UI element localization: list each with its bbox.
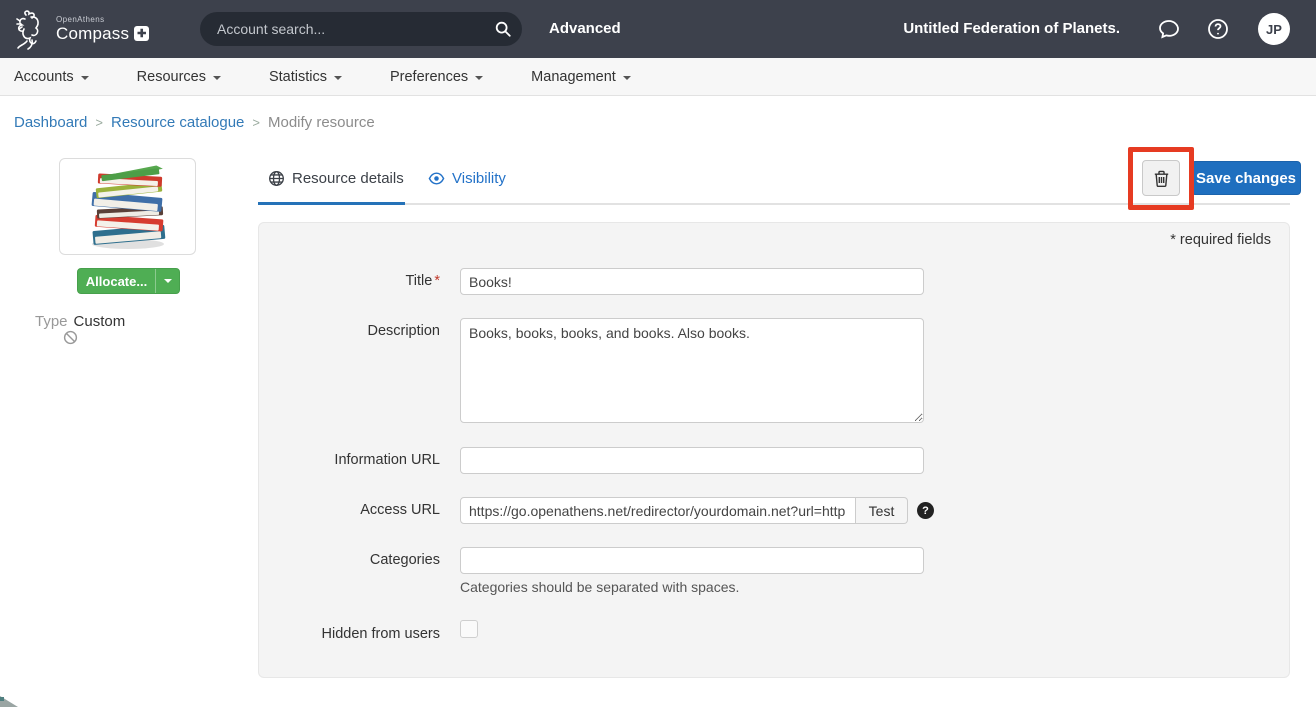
openathens-compass-logo[interactable]: OpenAthens Compass ✚ [12, 7, 149, 51]
tab-visibility[interactable]: Visibility [428, 170, 506, 187]
breadcrumb: Dashboard > Resource catalogue > Modify … [14, 114, 375, 131]
type-label: Type [35, 313, 68, 330]
eye-icon [428, 170, 445, 187]
categories-help-text: Categories should be separated with spac… [460, 579, 739, 595]
openathens-mascot-icon [12, 7, 52, 51]
access-url-input[interactable] [460, 497, 856, 524]
plus-badge-icon: ✚ [134, 26, 149, 41]
no-entry-icon [63, 330, 78, 345]
chevron-down-icon [81, 76, 89, 80]
menu-resources[interactable]: Resources [137, 69, 221, 85]
description-textarea[interactable]: Books, books, books, and books. Also boo… [460, 318, 924, 423]
corner-widget-peek-tip [0, 697, 4, 701]
tabs-divider [258, 203, 1290, 205]
information-url-label: Information URL [259, 447, 440, 474]
allocate-split-button: Allocate... [77, 268, 180, 294]
access-url-help-icon[interactable]: ? [917, 502, 934, 519]
chevron-down-icon [213, 76, 221, 80]
required-fields-note: * required fields [1170, 232, 1271, 248]
required-asterisk: * [434, 273, 440, 289]
access-url-label: Access URL [259, 497, 440, 524]
user-avatar[interactable]: JP [1258, 13, 1290, 45]
brand-openathens: OpenAthens [56, 15, 149, 24]
breadcrumb-dashboard[interactable]: Dashboard [14, 114, 87, 131]
resource-type: Type Custom [35, 313, 125, 330]
help-icon[interactable] [1206, 17, 1230, 41]
chevron-down-icon [164, 279, 172, 283]
allocate-button[interactable]: Allocate... [78, 269, 155, 293]
chevron-down-icon [475, 76, 483, 80]
breadcrumb-current: Modify resource [268, 114, 375, 131]
resource-thumbnail [59, 158, 196, 255]
categories-input[interactable] [460, 547, 924, 574]
organisation-name: Untitled Federation of Planets. [903, 0, 1120, 58]
top-navbar: OpenAthens Compass ✚ Advanced Untitled F… [0, 0, 1316, 58]
categories-label: Categories [259, 547, 440, 574]
description-label: Description [259, 318, 440, 345]
tab-resource-details[interactable]: Resource details [268, 170, 404, 187]
chevron-down-icon [334, 76, 342, 80]
menu-statistics[interactable]: Statistics [269, 69, 342, 85]
menu-preferences[interactable]: Preferences [390, 69, 483, 85]
type-value: Custom [74, 313, 126, 330]
search-icon[interactable] [484, 12, 522, 46]
breadcrumb-resource-catalogue[interactable]: Resource catalogue [111, 114, 244, 131]
books-stack-image [77, 164, 179, 250]
menu-accounts[interactable]: Accounts [14, 69, 89, 85]
save-changes-button[interactable]: Save changes [1191, 161, 1301, 195]
account-search [200, 12, 522, 46]
title-input[interactable] [460, 268, 924, 295]
chevron-down-icon [623, 76, 631, 80]
globe-icon [268, 170, 285, 187]
title-label: Title* [259, 268, 440, 295]
allocate-dropdown-toggle[interactable] [155, 269, 179, 293]
chat-icon[interactable] [1157, 17, 1181, 41]
information-url-input[interactable] [460, 447, 924, 474]
menu-management[interactable]: Management [531, 69, 631, 85]
advanced-search-link[interactable]: Advanced [549, 0, 621, 58]
delete-resource-button[interactable] [1142, 160, 1180, 196]
hidden-from-users-checkbox[interactable] [460, 620, 478, 638]
trash-icon [1154, 170, 1169, 187]
resource-details-panel: * required fields Title* Description Boo… [258, 222, 1290, 678]
test-url-button[interactable]: Test [856, 497, 908, 524]
brand-compass: Compass [56, 24, 129, 44]
account-search-input[interactable] [200, 21, 484, 37]
hidden-from-users-label: Hidden from users [259, 621, 440, 648]
active-tab-indicator [258, 202, 405, 205]
main-menu: Accounts Resources Statistics Preference… [0, 58, 1316, 96]
